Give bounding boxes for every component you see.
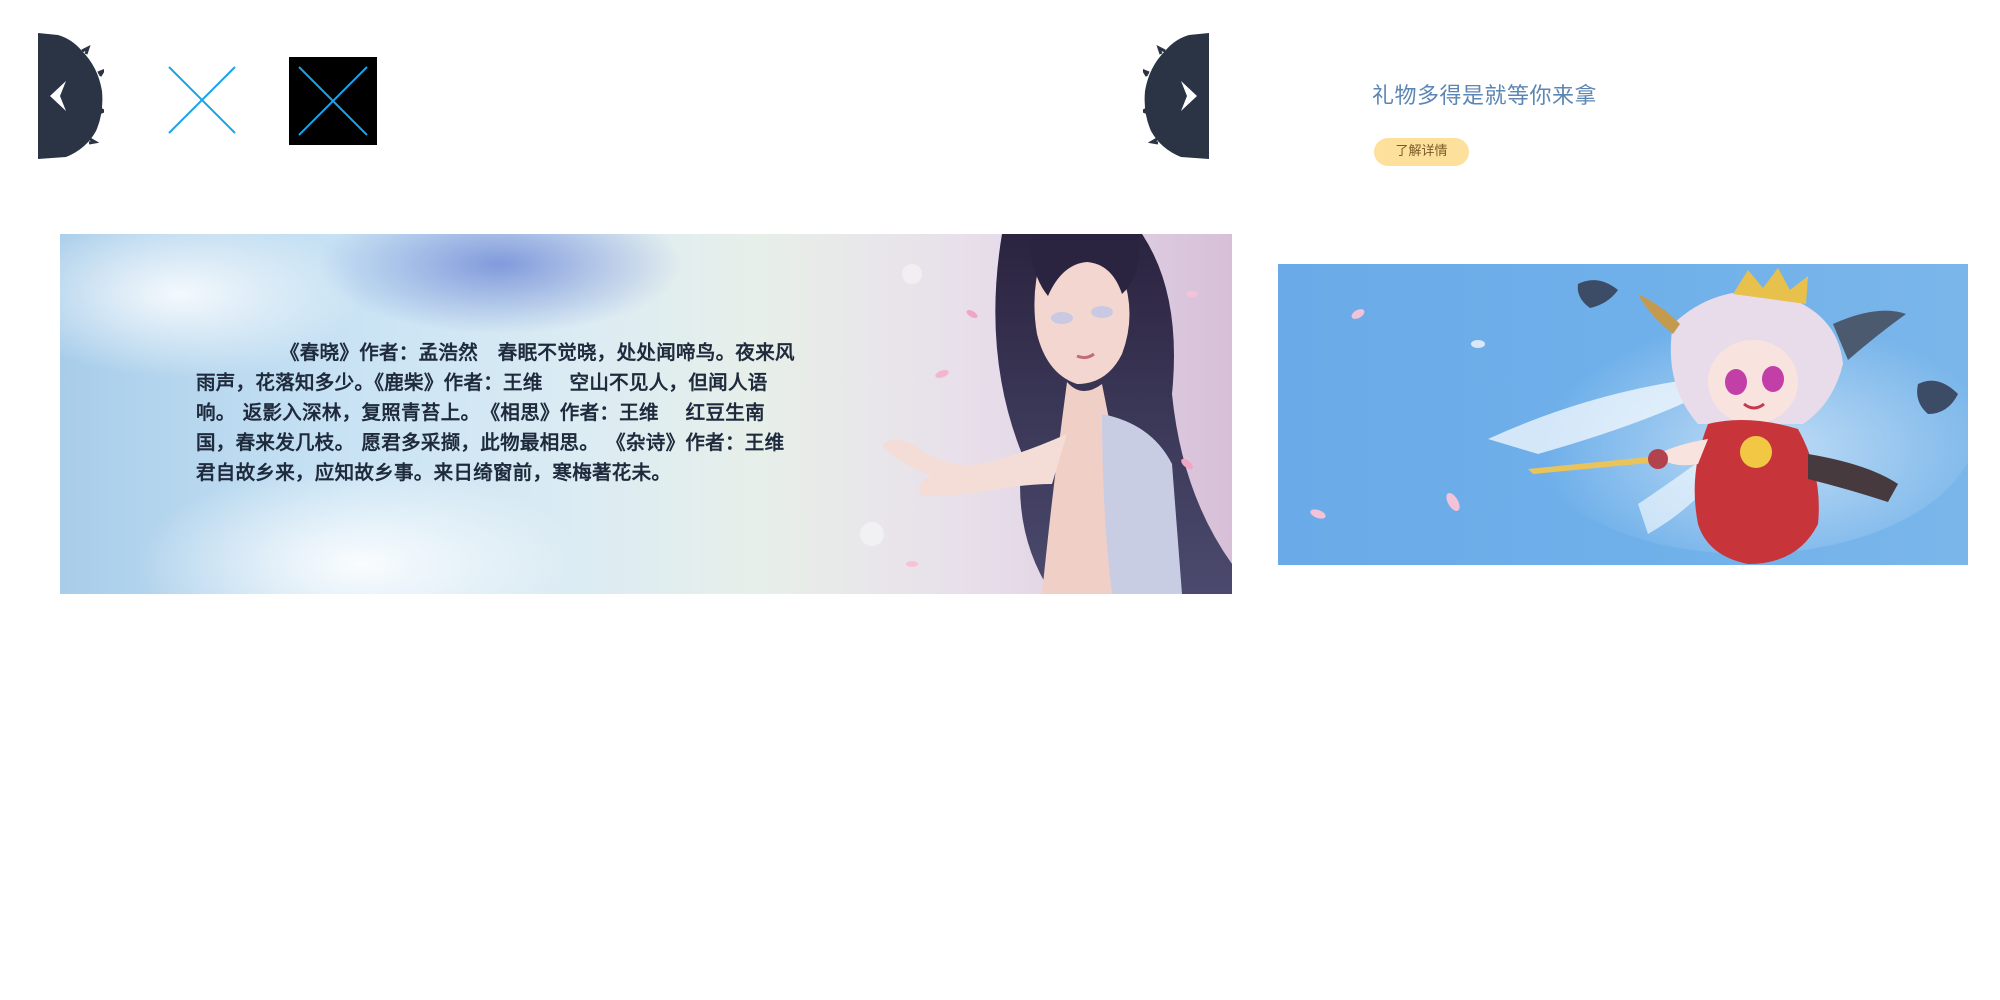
chevron-right-icon [1143, 33, 1209, 159]
promo-title: 礼物多得是就等你来拿 [1372, 84, 1598, 109]
close-icon [298, 66, 368, 136]
chevron-left-icon [38, 33, 104, 159]
next-arrow-button[interactable] [1143, 33, 1209, 159]
close-icon[interactable] [166, 64, 238, 136]
poem-banner: 《春晓》作者：孟浩然 春眠不觉晓，处处闻啼鸟。夜来风雨声，花落知多少。《鹿柴》作… [60, 234, 1232, 594]
prev-arrow-button[interactable] [38, 33, 104, 159]
poem-text: 《春晓》作者：孟浩然 春眠不觉晓，处处闻啼鸟。夜来风雨声，花落知多少。《鹿柴》作… [196, 341, 805, 484]
close-icon [168, 66, 236, 134]
detail-button[interactable]: 了解详情 [1374, 138, 1469, 166]
chibi-character-illustration [1310, 268, 1968, 564]
character-banner [1278, 264, 1968, 565]
close-dark-button[interactable] [289, 57, 377, 145]
character-illustration [852, 234, 1232, 594]
